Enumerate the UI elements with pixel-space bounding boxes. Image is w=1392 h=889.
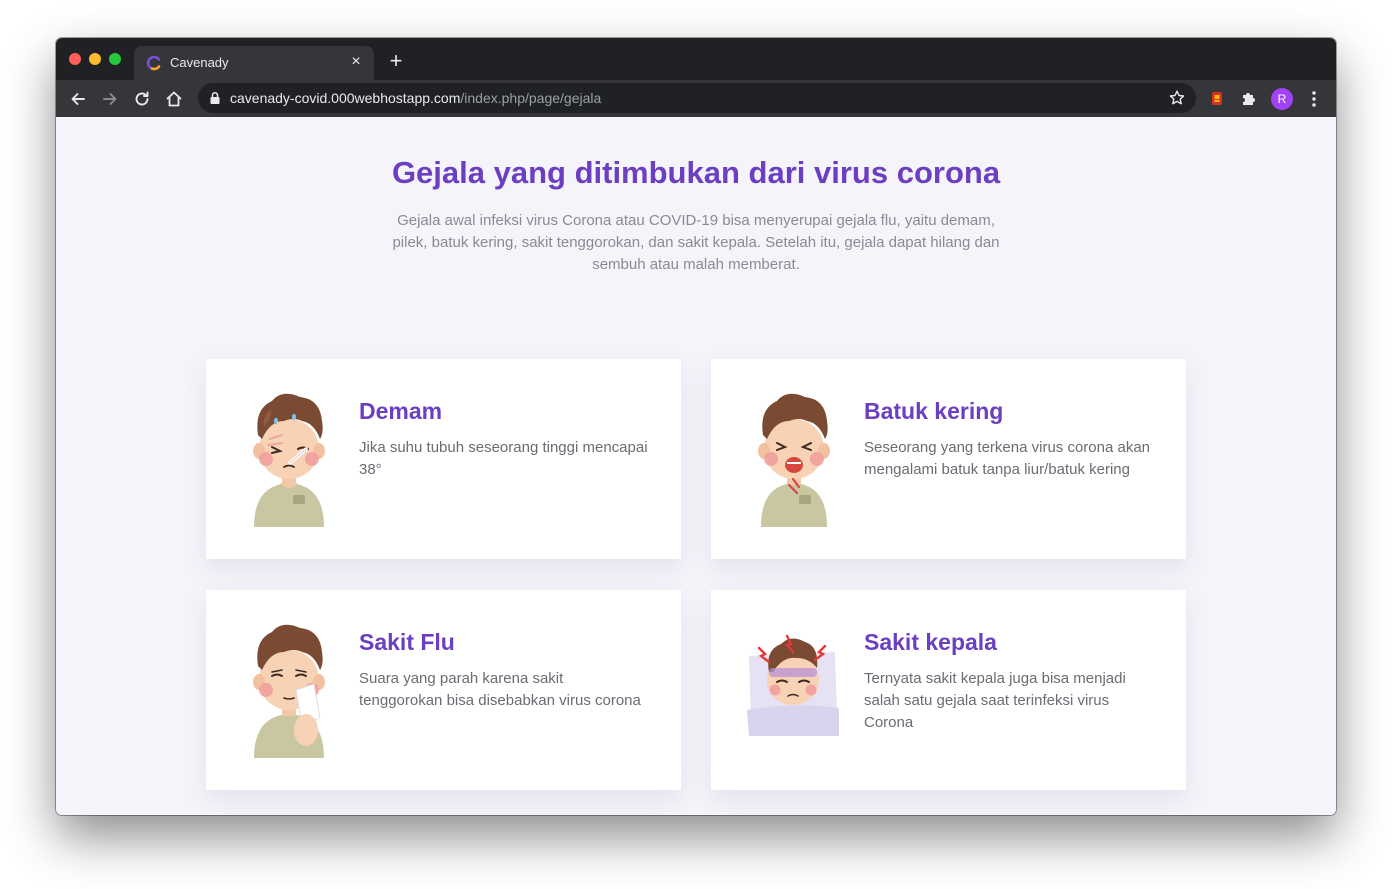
more-menu-icon[interactable]	[1306, 89, 1322, 109]
symptom-card-demam: Demam Jika suhu tubuh seseorang tinggi m…	[206, 359, 681, 559]
page-content: Gejala yang ditimbukan dari virus corona…	[56, 117, 1336, 815]
cavenady-favicon-icon	[146, 55, 162, 71]
reload-icon[interactable]	[132, 89, 152, 109]
fever-illustration-icon	[242, 387, 336, 527]
address-bar[interactable]: cavenady-covid.000webhostapp.com/index.p…	[198, 83, 1196, 113]
bookmark-star-icon[interactable]	[1168, 89, 1186, 107]
headache-illustration-icon	[747, 618, 841, 758]
card-title: Sakit Flu	[359, 629, 455, 655]
extension-icon[interactable]	[1208, 89, 1226, 107]
symptom-card-sakit-kepala: Sakit kepala Ternyata sakit kepala juga …	[711, 590, 1186, 790]
browser-toolbar: cavenady-covid.000webhostapp.com/index.p…	[56, 80, 1336, 117]
home-icon[interactable]	[164, 89, 184, 109]
card-title: Demam	[359, 398, 443, 424]
card-description: Suara yang parah karena sakit tenggoroka…	[359, 670, 641, 709]
card-title: Batuk kering	[864, 398, 1004, 424]
symptom-card-batuk-kering: Batuk kering Seseorang yang terkena viru…	[711, 359, 1186, 559]
url-text[interactable]: cavenady-covid.000webhostapp.com/index.p…	[230, 90, 601, 106]
page-description: Gejala awal infeksi virus Corona atau CO…	[392, 212, 1000, 273]
card-title: Sakit kepala	[864, 629, 997, 655]
cough-illustration-icon	[747, 387, 841, 527]
new-tab-button[interactable]: +	[386, 50, 406, 72]
tab-close-icon[interactable]: ×	[348, 54, 364, 70]
card-description: Seseorang yang terkena virus corona akan…	[864, 439, 1151, 478]
close-window-button[interactable]	[69, 53, 81, 65]
puzzle-extensions-icon[interactable]	[1240, 89, 1258, 107]
tab-strip: Cavenady × +	[56, 38, 1336, 80]
profile-avatar[interactable]: R	[1271, 88, 1293, 110]
url-path: /index.php/page/gejala	[460, 90, 602, 106]
tab-title: Cavenady	[170, 55, 229, 70]
card-description: Ternyata sakit kepala juga bisa menjadi …	[864, 670, 1126, 731]
flu-illustration-icon	[242, 618, 336, 758]
page-title: Gejala yang ditimbukan dari virus corona	[391, 155, 1001, 190]
tab-cavenady[interactable]: Cavenady ×	[134, 46, 374, 80]
maximize-window-button[interactable]	[109, 53, 121, 65]
minimize-window-button[interactable]	[89, 53, 101, 65]
back-arrow-icon[interactable]	[68, 89, 88, 109]
lock-icon	[209, 91, 221, 105]
browser-window: Cavenady × + cavenady-covid.000webhostap…	[56, 38, 1336, 815]
url-host: cavenady-covid.000webhostapp.com	[230, 90, 461, 106]
forward-arrow-icon[interactable]	[100, 89, 120, 109]
card-description: Jika suhu tubuh seseorang tinggi mencapa…	[359, 439, 648, 478]
symptom-card-sakit-flu: Sakit Flu Suara yang parah karena sakit …	[206, 590, 681, 790]
